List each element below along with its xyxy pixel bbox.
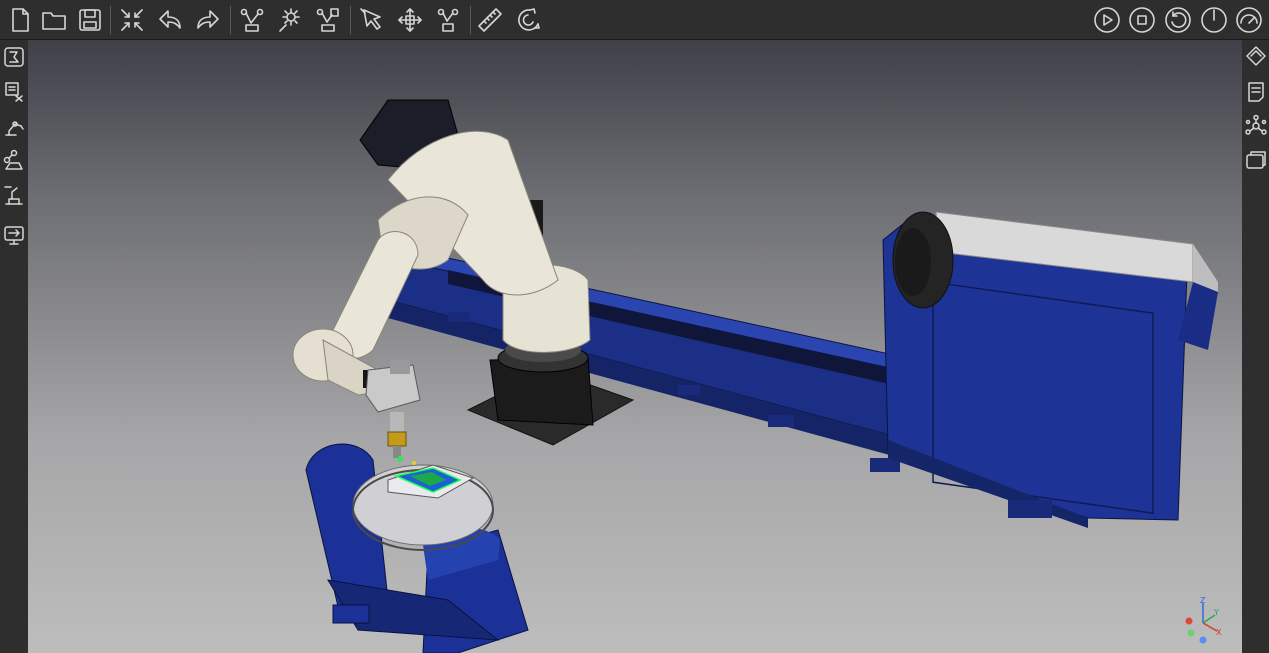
move-icon[interactable]: [394, 4, 426, 36]
x-negative-marker[interactable]: [1185, 617, 1193, 625]
reset-icon[interactable]: [1162, 4, 1194, 36]
weld-path-markers: [397, 456, 416, 465]
save-icon[interactable]: [74, 4, 106, 36]
robot-teach-icon[interactable]: [312, 4, 344, 36]
gauge-icon[interactable]: [1233, 4, 1265, 36]
x-axis-label: X: [1216, 628, 1222, 637]
hierarchy-icon[interactable]: [1243, 111, 1269, 141]
play-icon[interactable]: [1091, 4, 1123, 36]
properties-icon[interactable]: [1243, 42, 1269, 72]
z-negative-marker[interactable]: [1199, 636, 1207, 644]
toolbar-separator: [350, 6, 351, 34]
linear-track: [387, 244, 909, 472]
station-icon[interactable]: [1, 180, 27, 210]
y-axis-label: Y: [1213, 608, 1219, 617]
left-sidebar: [0, 40, 28, 653]
display-icon[interactable]: [1243, 145, 1269, 175]
select-arrow-icon[interactable]: [356, 4, 388, 36]
fit-view-icon[interactable]: [116, 4, 148, 36]
toolbar-separator: [230, 6, 231, 34]
notes-icon[interactable]: [1243, 77, 1269, 107]
export-icon[interactable]: [1, 220, 27, 250]
toolbar-separator: [470, 6, 471, 34]
robot-arm-icon[interactable]: [1, 111, 27, 141]
axis-triad[interactable]: Z Y X: [1180, 595, 1226, 645]
timer-icon[interactable]: [1198, 4, 1230, 36]
program-list-icon[interactable]: [1, 77, 27, 107]
ruler-icon[interactable]: [474, 4, 506, 36]
robot-path-icon[interactable]: [236, 4, 268, 36]
gear-settings-icon[interactable]: [274, 4, 306, 36]
3d-viewport[interactable]: Z Y X: [28, 40, 1242, 653]
network-icon[interactable]: [1, 145, 27, 175]
headstock-positioner: [305, 443, 529, 653]
open-folder-icon[interactable]: [38, 4, 70, 36]
stop-icon[interactable]: [1126, 4, 1158, 36]
right-sidebar: [1242, 40, 1269, 653]
library-icon[interactable]: [1, 42, 27, 72]
x-axis-line: [1202, 622, 1218, 632]
z-axis-label: Z: [1200, 596, 1206, 605]
tailstock-positioner: [882, 211, 1218, 528]
redo-icon[interactable]: [192, 4, 224, 36]
toolbar-separator: [110, 6, 111, 34]
y-negative-marker[interactable]: [1187, 629, 1195, 637]
undo-icon[interactable]: [154, 4, 186, 36]
magnet-icon[interactable]: [512, 4, 544, 36]
robot-move-icon[interactable]: [432, 4, 464, 36]
main-toolbar: [0, 0, 1269, 40]
robot-welding-cell-scene: [292, 99, 1218, 653]
new-file-icon[interactable]: [4, 4, 36, 36]
